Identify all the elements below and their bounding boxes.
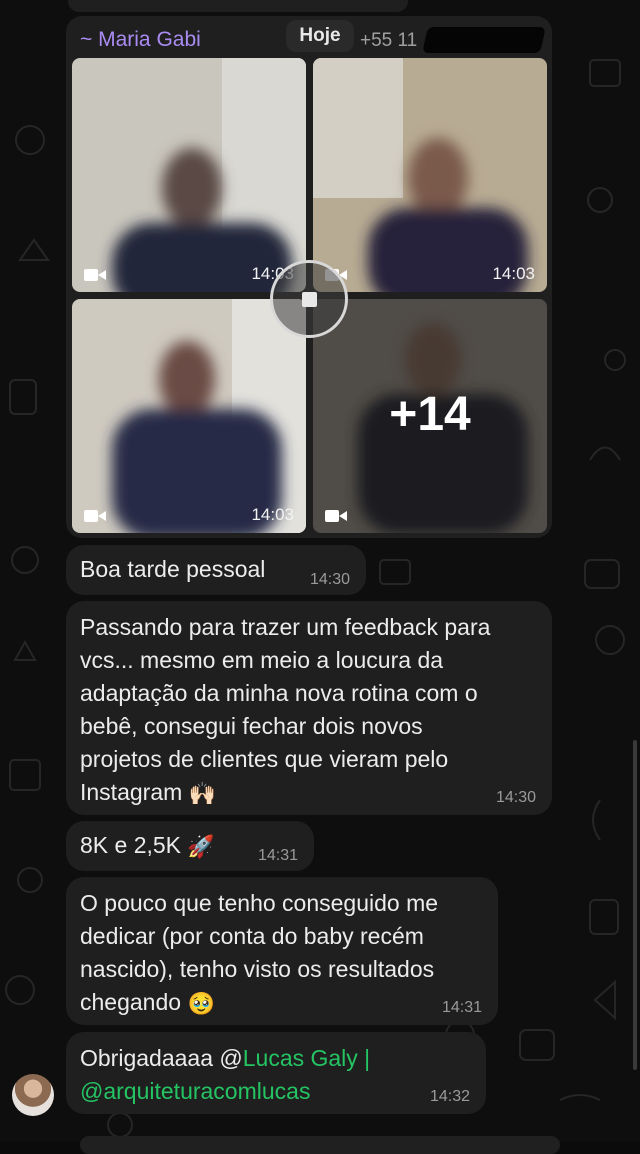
video-camera-icon (84, 509, 106, 523)
raised-hands-emoji: 🙌🏻 (188, 781, 217, 807)
rocket-emoji: 🚀 (187, 834, 215, 860)
stop-download-button[interactable] (270, 260, 348, 338)
message-text: Obrigadaaaa @Lucas Galy | @arquiteturaco… (80, 1045, 371, 1104)
video-camera-icon (84, 268, 106, 282)
message-bubble[interactable]: O pouco que tenho conseguido me dedicar … (66, 877, 498, 1025)
message-text: Boa tarde pessoal (80, 556, 266, 582)
message-time: 14:32 (429, 1088, 470, 1105)
video-time: 14:03 (492, 264, 535, 283)
mention-link[interactable]: Lucas Galy | (243, 1045, 370, 1071)
previous-message-bubble (68, 0, 408, 12)
message-bubble[interactable]: Boa tarde pessoal 14:30 (66, 545, 366, 595)
message-time: 14:30 (495, 789, 536, 806)
message-time: 14:31 (441, 999, 482, 1016)
message-text: O pouco que tenho conseguido me dedicar … (80, 887, 438, 1020)
message-text: 8K e 2,5K 🚀 (80, 829, 215, 863)
next-message-bubble (80, 1136, 560, 1154)
more-media-count: +14 (389, 388, 471, 441)
sender-avatar[interactable] (12, 1074, 54, 1116)
message-bubble[interactable]: Obrigadaaaa @Lucas Galy | @arquiteturaco… (66, 1032, 486, 1114)
thumbnail-image (72, 58, 306, 292)
sender-name[interactable]: ~ Maria Gabi (80, 28, 201, 52)
thumbnail-image (313, 58, 547, 292)
pleading-face-emoji: 🥹 (187, 991, 215, 1017)
video-camera-icon (325, 509, 347, 523)
video-thumbnail[interactable]: 14:03 (72, 58, 306, 292)
mention-link[interactable]: @arquiteturacomlucas (80, 1078, 310, 1104)
more-media-thumbnail[interactable]: +14 (313, 299, 547, 533)
message-time: 14:30 (309, 571, 350, 588)
sender-phone: +55 11 (360, 30, 418, 51)
video-time: 14:03 (251, 505, 294, 524)
message-bubble[interactable]: 8K e 2,5K 🚀 14:31 (66, 821, 314, 871)
video-thumbnail[interactable]: 14:03 (72, 299, 306, 533)
video-thumbnail[interactable]: 14:03 (313, 58, 547, 292)
date-badge: Hoje (286, 20, 354, 52)
message-bubble[interactable]: Passando para trazer um feedback para vc… (66, 601, 552, 815)
message-time: 14:31 (257, 847, 298, 864)
redaction-mark (422, 27, 546, 53)
thumbnail-image (72, 299, 306, 533)
stop-icon (302, 292, 317, 307)
scrollbar[interactable] (633, 740, 637, 1070)
message-text: Passando para trazer um feedback para vc… (80, 611, 490, 810)
